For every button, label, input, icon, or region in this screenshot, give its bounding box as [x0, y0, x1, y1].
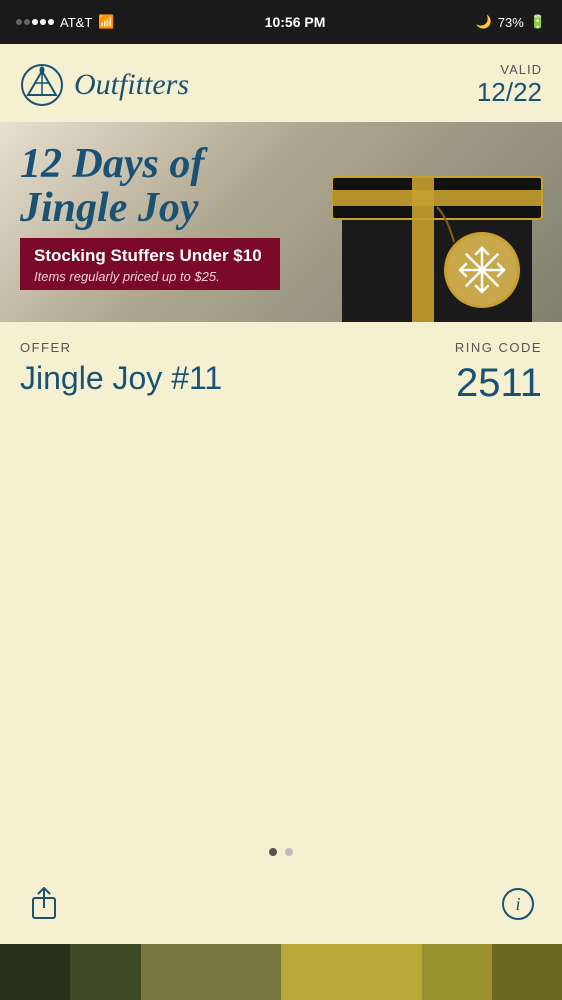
stripe-6 [492, 944, 562, 1000]
status-bar: AT&T 📶 10:56 PM 🌙 73% 🔋 [0, 0, 562, 44]
offer-value: Jingle Joy #11 [20, 359, 222, 397]
valid-label: VALID [477, 62, 542, 77]
stripe-3 [141, 944, 282, 1000]
page-indicators [0, 840, 562, 864]
offer-label: OFFER [20, 340, 222, 355]
wifi-icon: 📶 [98, 14, 114, 30]
info-button[interactable]: i [500, 886, 536, 922]
card-area: Outfitters VALID 12/22 [0, 44, 562, 944]
banner-title-line2: Jingle Joy [20, 185, 198, 231]
ring-code-label: RING CODE [455, 340, 542, 355]
signal-dot-3 [32, 19, 38, 25]
share-button[interactable] [26, 886, 62, 922]
signal-dot-5 [48, 19, 54, 25]
banner-title: 12 Days of Jingle Joy [20, 142, 280, 230]
status-right: 🌙 73% 🔋 [476, 14, 546, 30]
banner-text-area: 12 Days of Jingle Joy Stocking Stuffers … [0, 122, 300, 322]
battery-label: 73% [498, 15, 524, 30]
logo-container: Outfitters [20, 63, 189, 107]
stocking-title: Stocking Stuffers Under $10 [34, 246, 266, 266]
signal-dot-2 [24, 19, 30, 25]
stocking-subtitle: Items regularly priced up to $25. [34, 269, 266, 284]
status-time: 10:56 PM [265, 14, 326, 30]
bottom-toolbar: i [0, 864, 562, 944]
promo-banner: 12 Days of Jingle Joy Stocking Stuffers … [0, 122, 562, 322]
status-left: AT&T 📶 [16, 14, 114, 30]
logo-icon [20, 63, 64, 107]
ring-code-value: 2511 [455, 359, 542, 407]
battery-icon: 🔋 [530, 14, 546, 30]
stripe-5 [422, 944, 492, 1000]
valid-date: 12/22 [477, 77, 542, 108]
empty-area [0, 417, 562, 840]
carrier-label: AT&T [60, 15, 92, 30]
info-icon: i [501, 887, 535, 921]
page-dot-2 [285, 848, 293, 856]
offer-left: OFFER Jingle Joy #11 [20, 340, 222, 397]
valid-section: VALID 12/22 [477, 62, 542, 108]
stripe-1 [0, 944, 70, 1000]
offer-right: RING CODE 2511 [455, 340, 542, 407]
card-header: Outfitters VALID 12/22 [0, 44, 562, 122]
gift-box-illustration [282, 122, 562, 322]
stripe-2 [70, 944, 140, 1000]
share-icon [29, 886, 59, 922]
offer-section: OFFER Jingle Joy #11 RING CODE 2511 [0, 322, 562, 417]
signal-dot-1 [16, 19, 22, 25]
logo-text: Outfitters [74, 68, 189, 102]
moon-icon: 🌙 [476, 14, 492, 30]
banner-title-line1: 12 Days of [20, 141, 204, 187]
signal-dot-4 [40, 19, 46, 25]
page-dot-1 [269, 848, 277, 856]
signal-dots [16, 19, 54, 25]
bottom-stripe [0, 944, 562, 1000]
svg-text:i: i [515, 894, 520, 914]
stocking-banner: Stocking Stuffers Under $10 Items regula… [20, 238, 280, 289]
stripe-4 [281, 944, 422, 1000]
